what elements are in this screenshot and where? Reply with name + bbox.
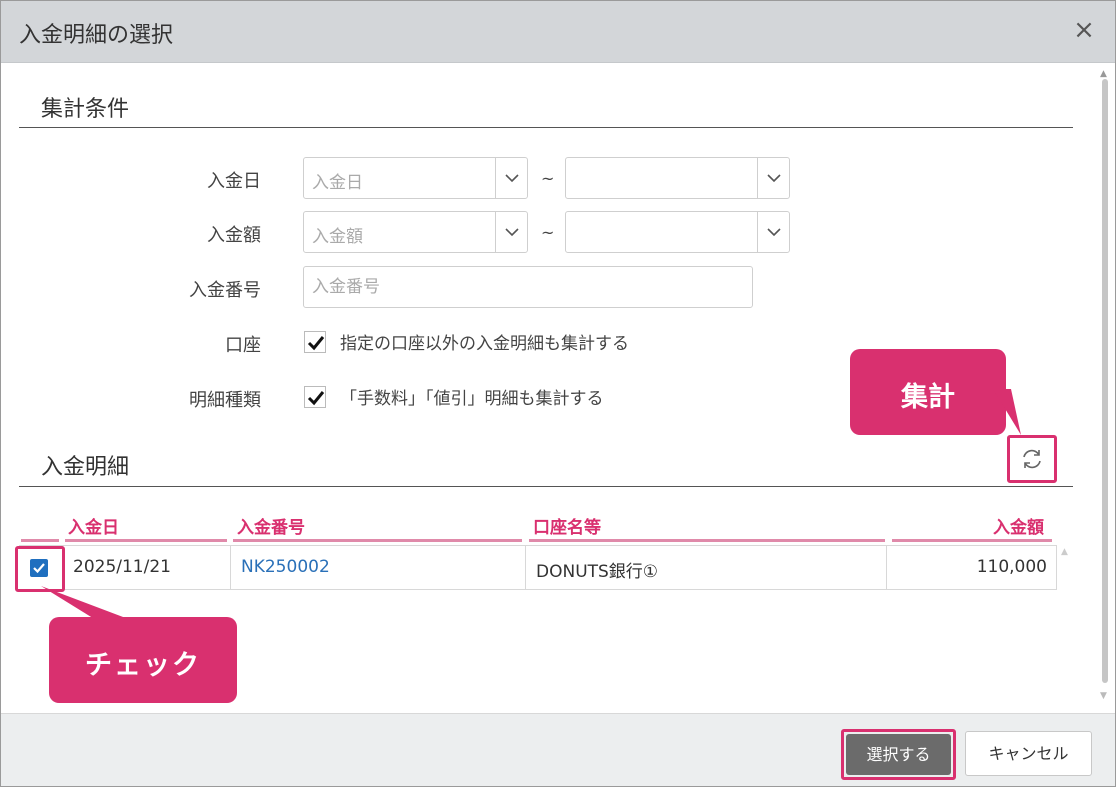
aggregate-callout-pointer (993, 389, 1021, 435)
deposit-date-from-field[interactable]: 入金日 (303, 157, 528, 199)
checkmark-icon (307, 391, 325, 406)
account-checkbox[interactable] (304, 331, 326, 353)
account-option[interactable]: 指定の口座以外の入金明細も集計する (304, 329, 704, 355)
deposit-amount-from-field[interactable]: 入金額 (303, 211, 528, 253)
select-button-highlight: 選択する (841, 729, 956, 780)
row-amount: 110,000 (976, 557, 1047, 577)
check-callout-text: チェック (85, 650, 201, 681)
table-scroll-up-icon[interactable]: ▲ (1061, 547, 1068, 557)
deposit-amount-to-field[interactable] (565, 211, 790, 253)
chevron-down-icon[interactable] (757, 158, 789, 198)
deposit-number-label: 入金番号 (189, 280, 261, 301)
deposit-selection-dialog: 入金明細の選択 × 集計条件 入金日 入金日 ~ 入金額 入金額 ~ 入金番号 (0, 0, 1116, 787)
deposit-amount-from-placeholder: 入金額 (312, 227, 363, 247)
detail-type-label: 明細種類 (189, 390, 261, 411)
detail-type-checkbox-label: 「手数料」「値引」明細も集計する (340, 389, 604, 409)
account-checkbox-label: 指定の口座以外の入金明細も集計する (340, 334, 629, 354)
deposit-amount-label: 入金額 (207, 225, 261, 246)
column-underline-account (529, 539, 885, 542)
check-callout: チェック (49, 617, 237, 703)
details-divider (19, 486, 1073, 487)
column-header-account[interactable]: 口座名等 (533, 513, 601, 538)
deposit-date-to-field[interactable] (565, 157, 790, 199)
scroll-down-icon[interactable]: ▼ (1100, 691, 1107, 701)
scroll-up-icon[interactable]: ▲ (1100, 69, 1107, 79)
checkmark-icon (307, 336, 325, 351)
dialog-title: 入金明細の選択 (19, 23, 174, 48)
row-account: DONUTS銀行① (536, 562, 659, 582)
column-underline-date (65, 539, 227, 542)
chevron-down-icon[interactable] (495, 212, 527, 252)
column-header-number[interactable]: 入金番号 (237, 513, 305, 538)
column-underline-amount (892, 539, 1052, 542)
column-header-amount[interactable]: 入金額 (993, 513, 1044, 538)
refresh-button[interactable] (1007, 435, 1057, 483)
deposit-number-input[interactable] (304, 267, 752, 307)
account-label: 口座 (225, 335, 261, 356)
select-button[interactable]: 選択する (846, 734, 951, 775)
column-header-date[interactable]: 入金日 (68, 513, 119, 538)
checkbox-checked-icon (30, 559, 48, 577)
deposit-date-from-placeholder: 入金日 (312, 173, 363, 193)
row-date-cell: 2025/11/21 (63, 546, 231, 589)
deposit-number-field[interactable] (303, 266, 753, 308)
criteria-section-title: 集計条件 (41, 97, 130, 122)
dialog-scrollbar[interactable] (1102, 79, 1108, 683)
date-range-separator: ~ (541, 169, 555, 188)
chevron-down-icon[interactable] (757, 212, 789, 252)
row-amount-cell: 110,000 (887, 546, 1057, 589)
row-number-cell: NK250002 (231, 546, 526, 589)
select-column-underline (21, 539, 59, 542)
detail-type-option[interactable]: 「手数料」「値引」明細も集計する (304, 384, 704, 410)
cancel-button[interactable]: キャンセル (965, 731, 1092, 776)
details-section-title: 入金明細 (41, 455, 130, 480)
deposit-date-label: 入金日 (207, 171, 261, 192)
column-underline-number (233, 539, 522, 542)
table-row[interactable]: 2025/11/21 NK250002 DONUTS銀行① 110,000 (19, 545, 1057, 590)
close-icon[interactable]: × (1071, 15, 1097, 45)
row-number-link[interactable]: NK250002 (241, 557, 330, 577)
refresh-icon (1023, 449, 1041, 469)
dialog-titlebar: 入金明細の選択 × (1, 1, 1115, 63)
criteria-divider (19, 127, 1073, 128)
row-date: 2025/11/21 (73, 557, 171, 577)
row-account-cell: DONUTS銀行① (526, 546, 887, 589)
detail-type-checkbox[interactable] (304, 386, 326, 408)
chevron-down-icon[interactable] (495, 158, 527, 198)
amount-range-separator: ~ (541, 223, 555, 242)
